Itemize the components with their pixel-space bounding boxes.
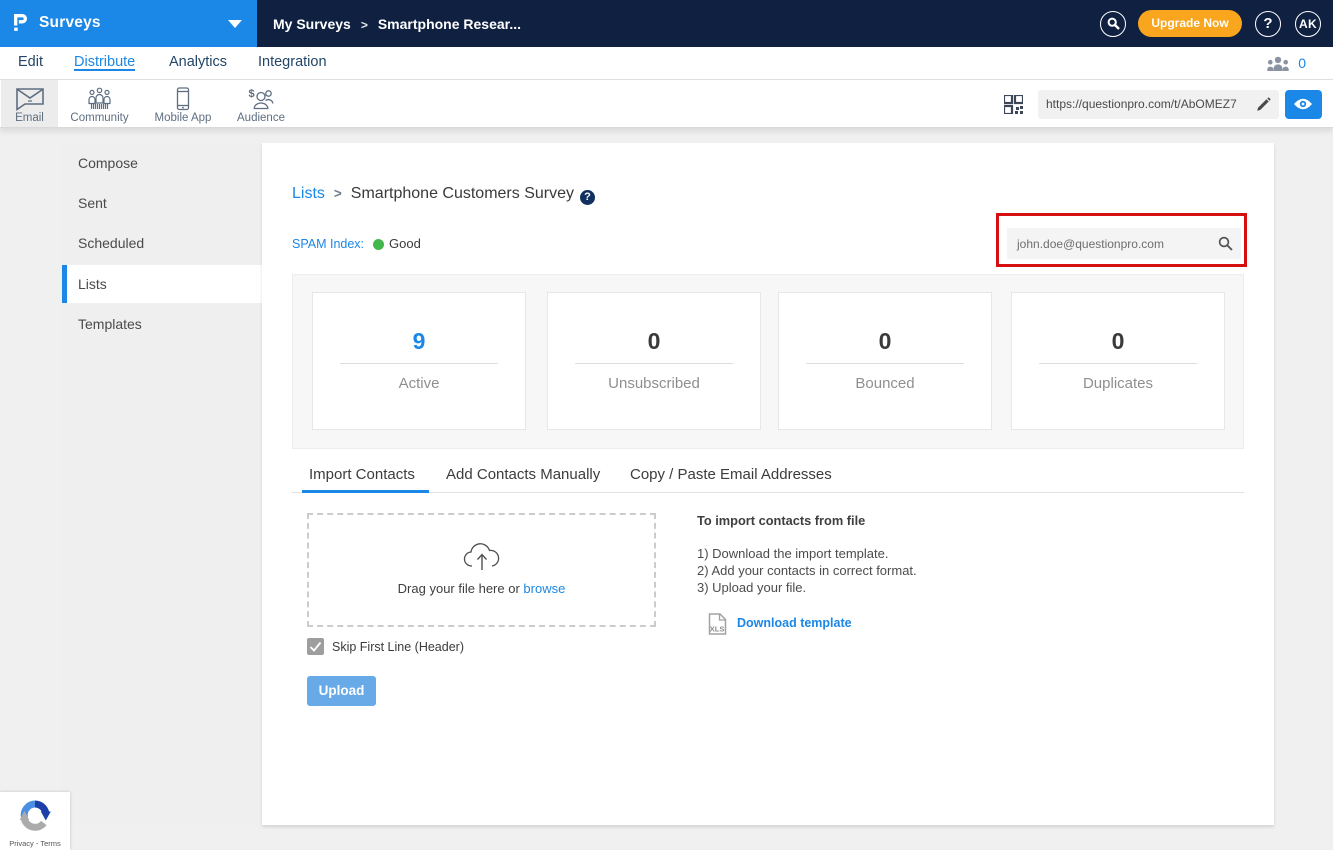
svg-text:XLS: XLS [710,625,725,634]
svg-text:$: $ [249,88,255,100]
